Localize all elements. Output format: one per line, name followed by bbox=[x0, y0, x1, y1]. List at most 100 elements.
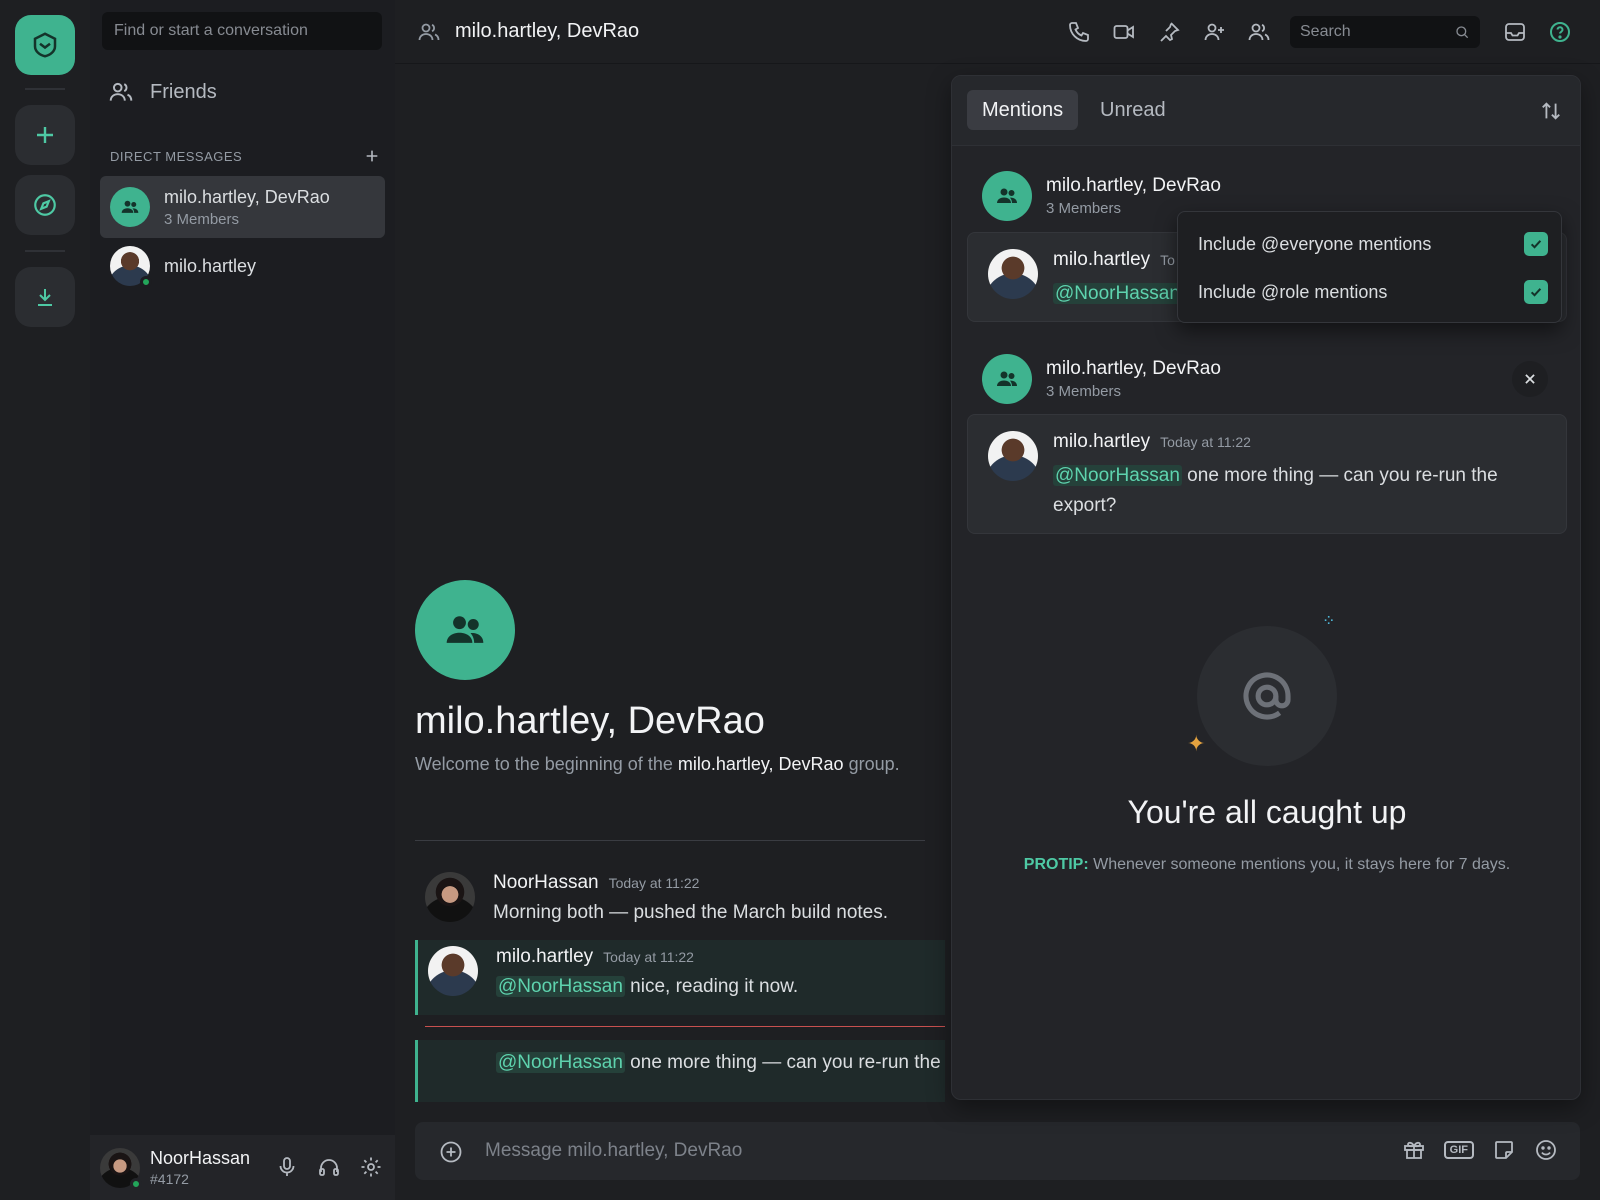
avatar bbox=[988, 431, 1038, 481]
group-icon bbox=[121, 200, 139, 213]
inbox-header: Mentions Unread bbox=[952, 76, 1580, 146]
rail-separator bbox=[25, 250, 65, 252]
emoji-icon[interactable] bbox=[1534, 1138, 1558, 1162]
avatar[interactable] bbox=[425, 872, 475, 922]
message-timestamp: Today at 11:22 bbox=[603, 949, 694, 965]
mention-card[interactable]: milo.hartley Today at 11:22 @NoorHassan o… bbox=[967, 414, 1567, 534]
group-members: 3 Members bbox=[1046, 383, 1122, 400]
tab-unread[interactable]: Unread bbox=[1085, 90, 1181, 130]
dm-sidebar: Find or start a conversation Friends DIR… bbox=[90, 0, 395, 1200]
welcome-title: milo.hartley, DevRao bbox=[415, 700, 765, 742]
friends-label: Friends bbox=[150, 80, 217, 103]
attach-plus-icon[interactable] bbox=[439, 1140, 463, 1164]
dm-name: milo.hartley, DevRao bbox=[164, 186, 330, 207]
message-timestamp: To bbox=[1160, 252, 1175, 268]
pinned-messages-icon[interactable] bbox=[1157, 20, 1181, 44]
dismiss-button[interactable] bbox=[1512, 361, 1548, 397]
search-input[interactable]: Search bbox=[1290, 16, 1480, 48]
help-icon[interactable] bbox=[1548, 20, 1572, 44]
group-icon bbox=[446, 616, 484, 643]
message-body: @NoorHassan one more thing — can you re-… bbox=[496, 1052, 941, 1073]
dm-subtitle: 3 Members bbox=[164, 210, 240, 228]
gift-icon[interactable] bbox=[1402, 1138, 1426, 1162]
group-dm-icon bbox=[418, 23, 440, 41]
filter-sort-icon[interactable] bbox=[1540, 100, 1562, 122]
rail-separator bbox=[25, 88, 65, 90]
member-list-icon[interactable] bbox=[1247, 20, 1271, 44]
compass-icon bbox=[34, 194, 56, 216]
message-author[interactable]: NoorHassan bbox=[493, 872, 599, 894]
close-icon bbox=[1525, 374, 1535, 384]
group-avatar-large bbox=[415, 580, 515, 680]
filter-option-everyone[interactable]: Include @everyone mentions bbox=[1198, 232, 1548, 256]
group-name: milo.hartley, DevRao bbox=[1046, 175, 1221, 196]
mention-group-header[interactable]: milo.hartley, DevRao 3 Members bbox=[982, 354, 1221, 404]
avatar bbox=[110, 246, 152, 288]
message-timestamp: Today at 11:22 bbox=[608, 875, 700, 891]
message-timestamp: Today at 11:22 bbox=[1160, 434, 1251, 450]
group-name: milo.hartley, DevRao bbox=[1046, 358, 1221, 379]
find-conversation-input[interactable]: Find or start a conversation bbox=[102, 12, 382, 50]
headphones-icon[interactable] bbox=[317, 1155, 341, 1179]
dm-item-group[interactable]: milo.hartley, DevRao 3 Members bbox=[100, 176, 385, 238]
message-input[interactable]: Message milo.hartley, DevRao bbox=[485, 1140, 742, 1162]
video-call-icon[interactable] bbox=[1112, 20, 1136, 44]
user-mention[interactable]: @NoorHassan bbox=[496, 1052, 625, 1073]
chat-header: milo.hartley, DevRao Search bbox=[395, 0, 1600, 64]
message-author[interactable]: milo.hartley bbox=[496, 946, 593, 968]
message-author: milo.hartley bbox=[1053, 431, 1151, 452]
create-dm-plus-icon[interactable] bbox=[364, 148, 380, 164]
plus-icon bbox=[37, 127, 53, 143]
dm-section-header: DIRECT MESSAGES bbox=[110, 148, 380, 164]
empty-state-illustration bbox=[1197, 626, 1337, 766]
friends-icon bbox=[109, 82, 133, 101]
user-panel: NoorHassan #4172 bbox=[90, 1135, 395, 1200]
gif-button[interactable]: GIF bbox=[1443, 1141, 1474, 1159]
avatar bbox=[988, 249, 1038, 299]
message-composer[interactable]: Message milo.hartley, DevRao GIF bbox=[415, 1122, 1580, 1180]
username: NoorHassan bbox=[150, 1148, 251, 1168]
add-server-button[interactable] bbox=[15, 105, 75, 165]
check-icon bbox=[1530, 240, 1542, 249]
message-body: Morning both — pushed the March build no… bbox=[493, 902, 889, 923]
home-button[interactable] bbox=[15, 15, 75, 75]
message-body: @NoorHassan one more thing — can you re-… bbox=[1053, 465, 1498, 516]
group-icon bbox=[997, 188, 1017, 203]
channel-title: milo.hartley, DevRao bbox=[455, 20, 640, 42]
inbox-icon[interactable] bbox=[1503, 20, 1527, 44]
online-status-icon bbox=[140, 276, 152, 288]
sticker-icon[interactable] bbox=[1492, 1138, 1516, 1162]
download-button[interactable] bbox=[15, 267, 75, 327]
group-avatar bbox=[982, 354, 1032, 404]
search-icon bbox=[1456, 26, 1469, 39]
settings-gear-icon[interactable] bbox=[359, 1155, 383, 1179]
add-friends-to-dm-icon[interactable] bbox=[1202, 20, 1226, 44]
microphone-icon[interactable] bbox=[275, 1155, 299, 1179]
dm-item-milo[interactable]: milo.hartley bbox=[100, 235, 385, 297]
user-avatar[interactable] bbox=[100, 1147, 142, 1190]
download-icon bbox=[38, 289, 52, 306]
tab-mentions[interactable]: Mentions bbox=[967, 90, 1079, 130]
dm-name: milo.hartley bbox=[164, 255, 257, 276]
welcome-subtitle: Welcome to the beginning of the milo.har… bbox=[415, 754, 900, 774]
checkbox-checked[interactable] bbox=[1524, 232, 1548, 256]
user-mention[interactable]: @NoorHassan bbox=[1053, 283, 1182, 304]
mention-filter-menu: Include @everyone mentions Include @role… bbox=[1177, 211, 1562, 323]
app-logo-icon bbox=[33, 32, 57, 58]
explore-button[interactable] bbox=[15, 175, 75, 235]
group-avatar bbox=[110, 187, 150, 227]
user-mention[interactable]: @NoorHassan bbox=[1053, 465, 1182, 486]
checkbox-checked[interactable] bbox=[1524, 280, 1548, 304]
empty-state-title: You're all caught up bbox=[1127, 794, 1407, 830]
avatar[interactable] bbox=[428, 946, 478, 996]
server-rail bbox=[0, 0, 90, 1200]
at-sign-icon bbox=[1243, 672, 1291, 720]
message-body: @NoorHassan nice, reading it now. bbox=[496, 976, 799, 997]
filter-option-role[interactable]: Include @role mentions bbox=[1198, 280, 1548, 304]
group-avatar bbox=[982, 171, 1032, 221]
voice-call-icon[interactable] bbox=[1067, 20, 1091, 44]
user-mention[interactable]: @NoorHassan bbox=[496, 976, 625, 997]
online-status-icon bbox=[130, 1177, 142, 1190]
user-tag: #4172 bbox=[150, 1171, 189, 1187]
friends-nav-item[interactable]: Friends bbox=[108, 72, 217, 112]
